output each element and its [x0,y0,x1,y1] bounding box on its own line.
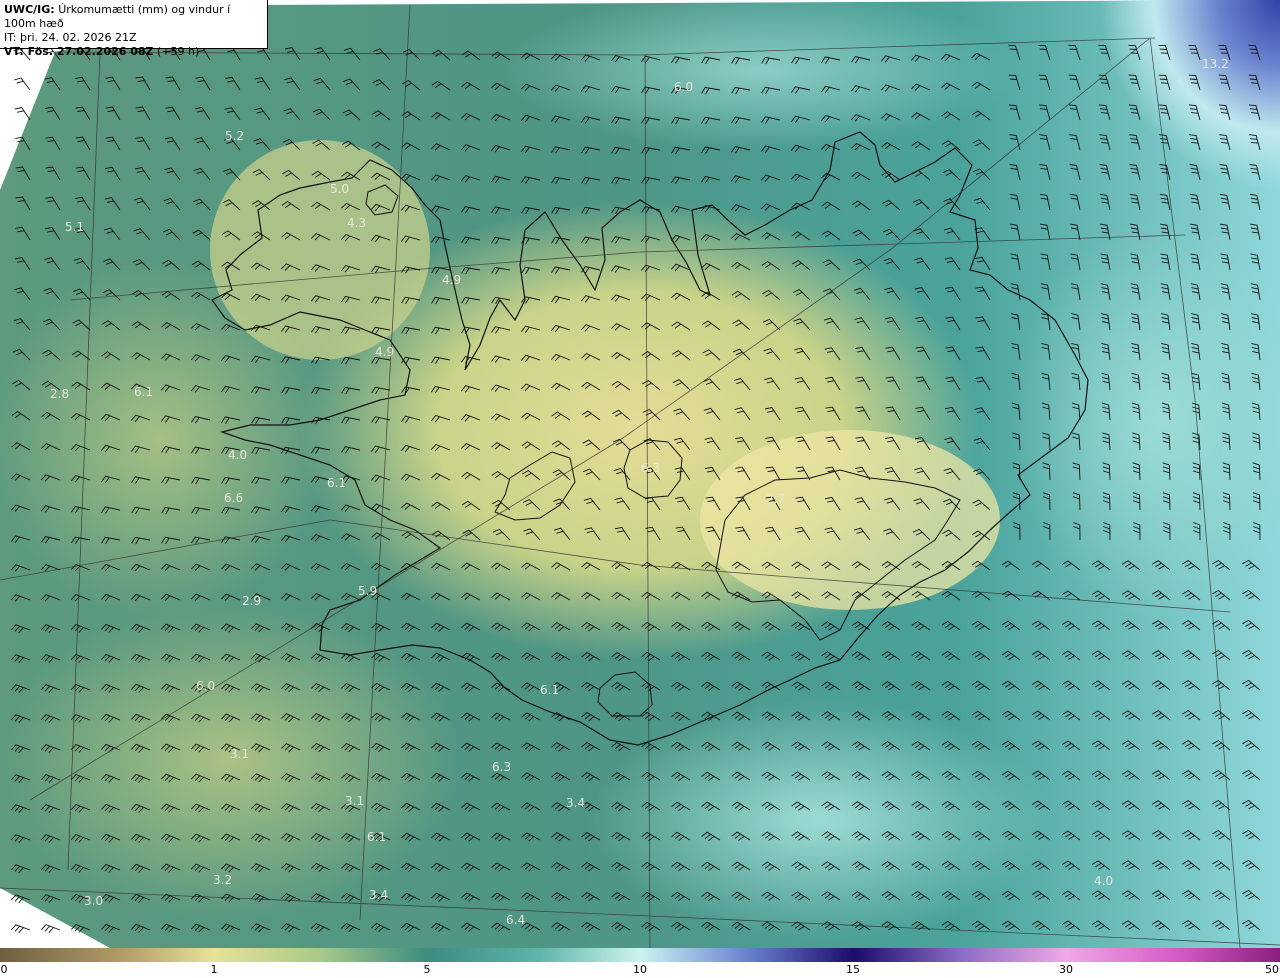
precip-label: 6.0 [674,80,693,94]
precip-label: 6.3 [492,760,511,774]
forecast-info-box: UWC/IG: Úrkomumætti (mm) og vindur í 100… [0,0,268,58]
precip-label: 5.1 [65,220,84,234]
colorbar [0,948,1280,962]
precip-label: 4.9 [442,273,461,287]
precip-label: 3.1 [230,747,249,761]
precip-label: 2.9 [242,594,261,608]
valid-time: VT: Fös. 27.02.2026 08Z (+59 h) [4,45,263,59]
precip-label: 6.3 [641,461,660,475]
precip-label: 13.2 [1202,57,1229,71]
precip-label: 2.8 [50,387,69,401]
precip-label: 4.3 [347,216,366,230]
precip-label: 6.4 [506,913,525,927]
precip-label: 3.2 [213,873,232,887]
precip-label: 3.0 [84,894,103,908]
colorbar-tick: 15 [846,963,860,976]
precip-label: 6.1 [327,476,346,490]
vatnajokull-yellow-zone [700,430,1000,610]
colorbar-tick: 5 [423,963,431,976]
precip-label: 5.2 [225,129,244,143]
precip-label: 5.9 [358,584,377,598]
precip-label: 6.1 [540,683,559,697]
precip-label: 6.6 [224,491,243,505]
precip-label: 2.7 [766,492,785,506]
product-code: UWC/IG: [4,3,55,16]
precip-label: 4.0 [1094,874,1113,888]
colorbar-tick: 10 [633,963,647,976]
colorbar-tick: 30 [1059,963,1073,976]
colorbar-legend: 0 1 5 10 15 30 50 [0,948,1280,978]
colorbar-tick: 0 [0,963,8,976]
precip-label: 6.1 [134,385,153,399]
precip-label: 6.0 [196,679,215,693]
precip-label: 5.0 [330,182,349,196]
precip-label: 3.4 [369,888,388,902]
valid-time-label: VT: Fös. 27.02.2026 08Z [4,45,154,58]
precip-label: 4.0 [228,448,247,462]
precip-label: 6.1 [367,830,386,844]
forecast-map-view: 5.2 5.1 4.3 4.9 4.9 6.1 2.8 6.1 6.6 2.9 … [0,0,1280,978]
issue-time: IT: þri. 24. 02. 2026 21Z [4,31,137,44]
south-cyan-zone [590,700,1050,940]
precip-label: 4.9 [375,345,394,359]
colorbar-tick: 50 [1265,963,1279,976]
precip-label: 3.4 [566,796,585,810]
colorbar-tick: 1 [210,963,218,976]
precip-label: 3.1 [345,794,364,808]
product-title: UWC/IG: Úrkomumætti (mm) og vindur í 100… [4,3,263,31]
valid-time-offset: (+59 h) [157,45,200,58]
map-canvas[interactable]: 5.2 5.1 4.3 4.9 4.9 6.1 2.8 6.1 6.6 2.9 … [0,0,1280,948]
